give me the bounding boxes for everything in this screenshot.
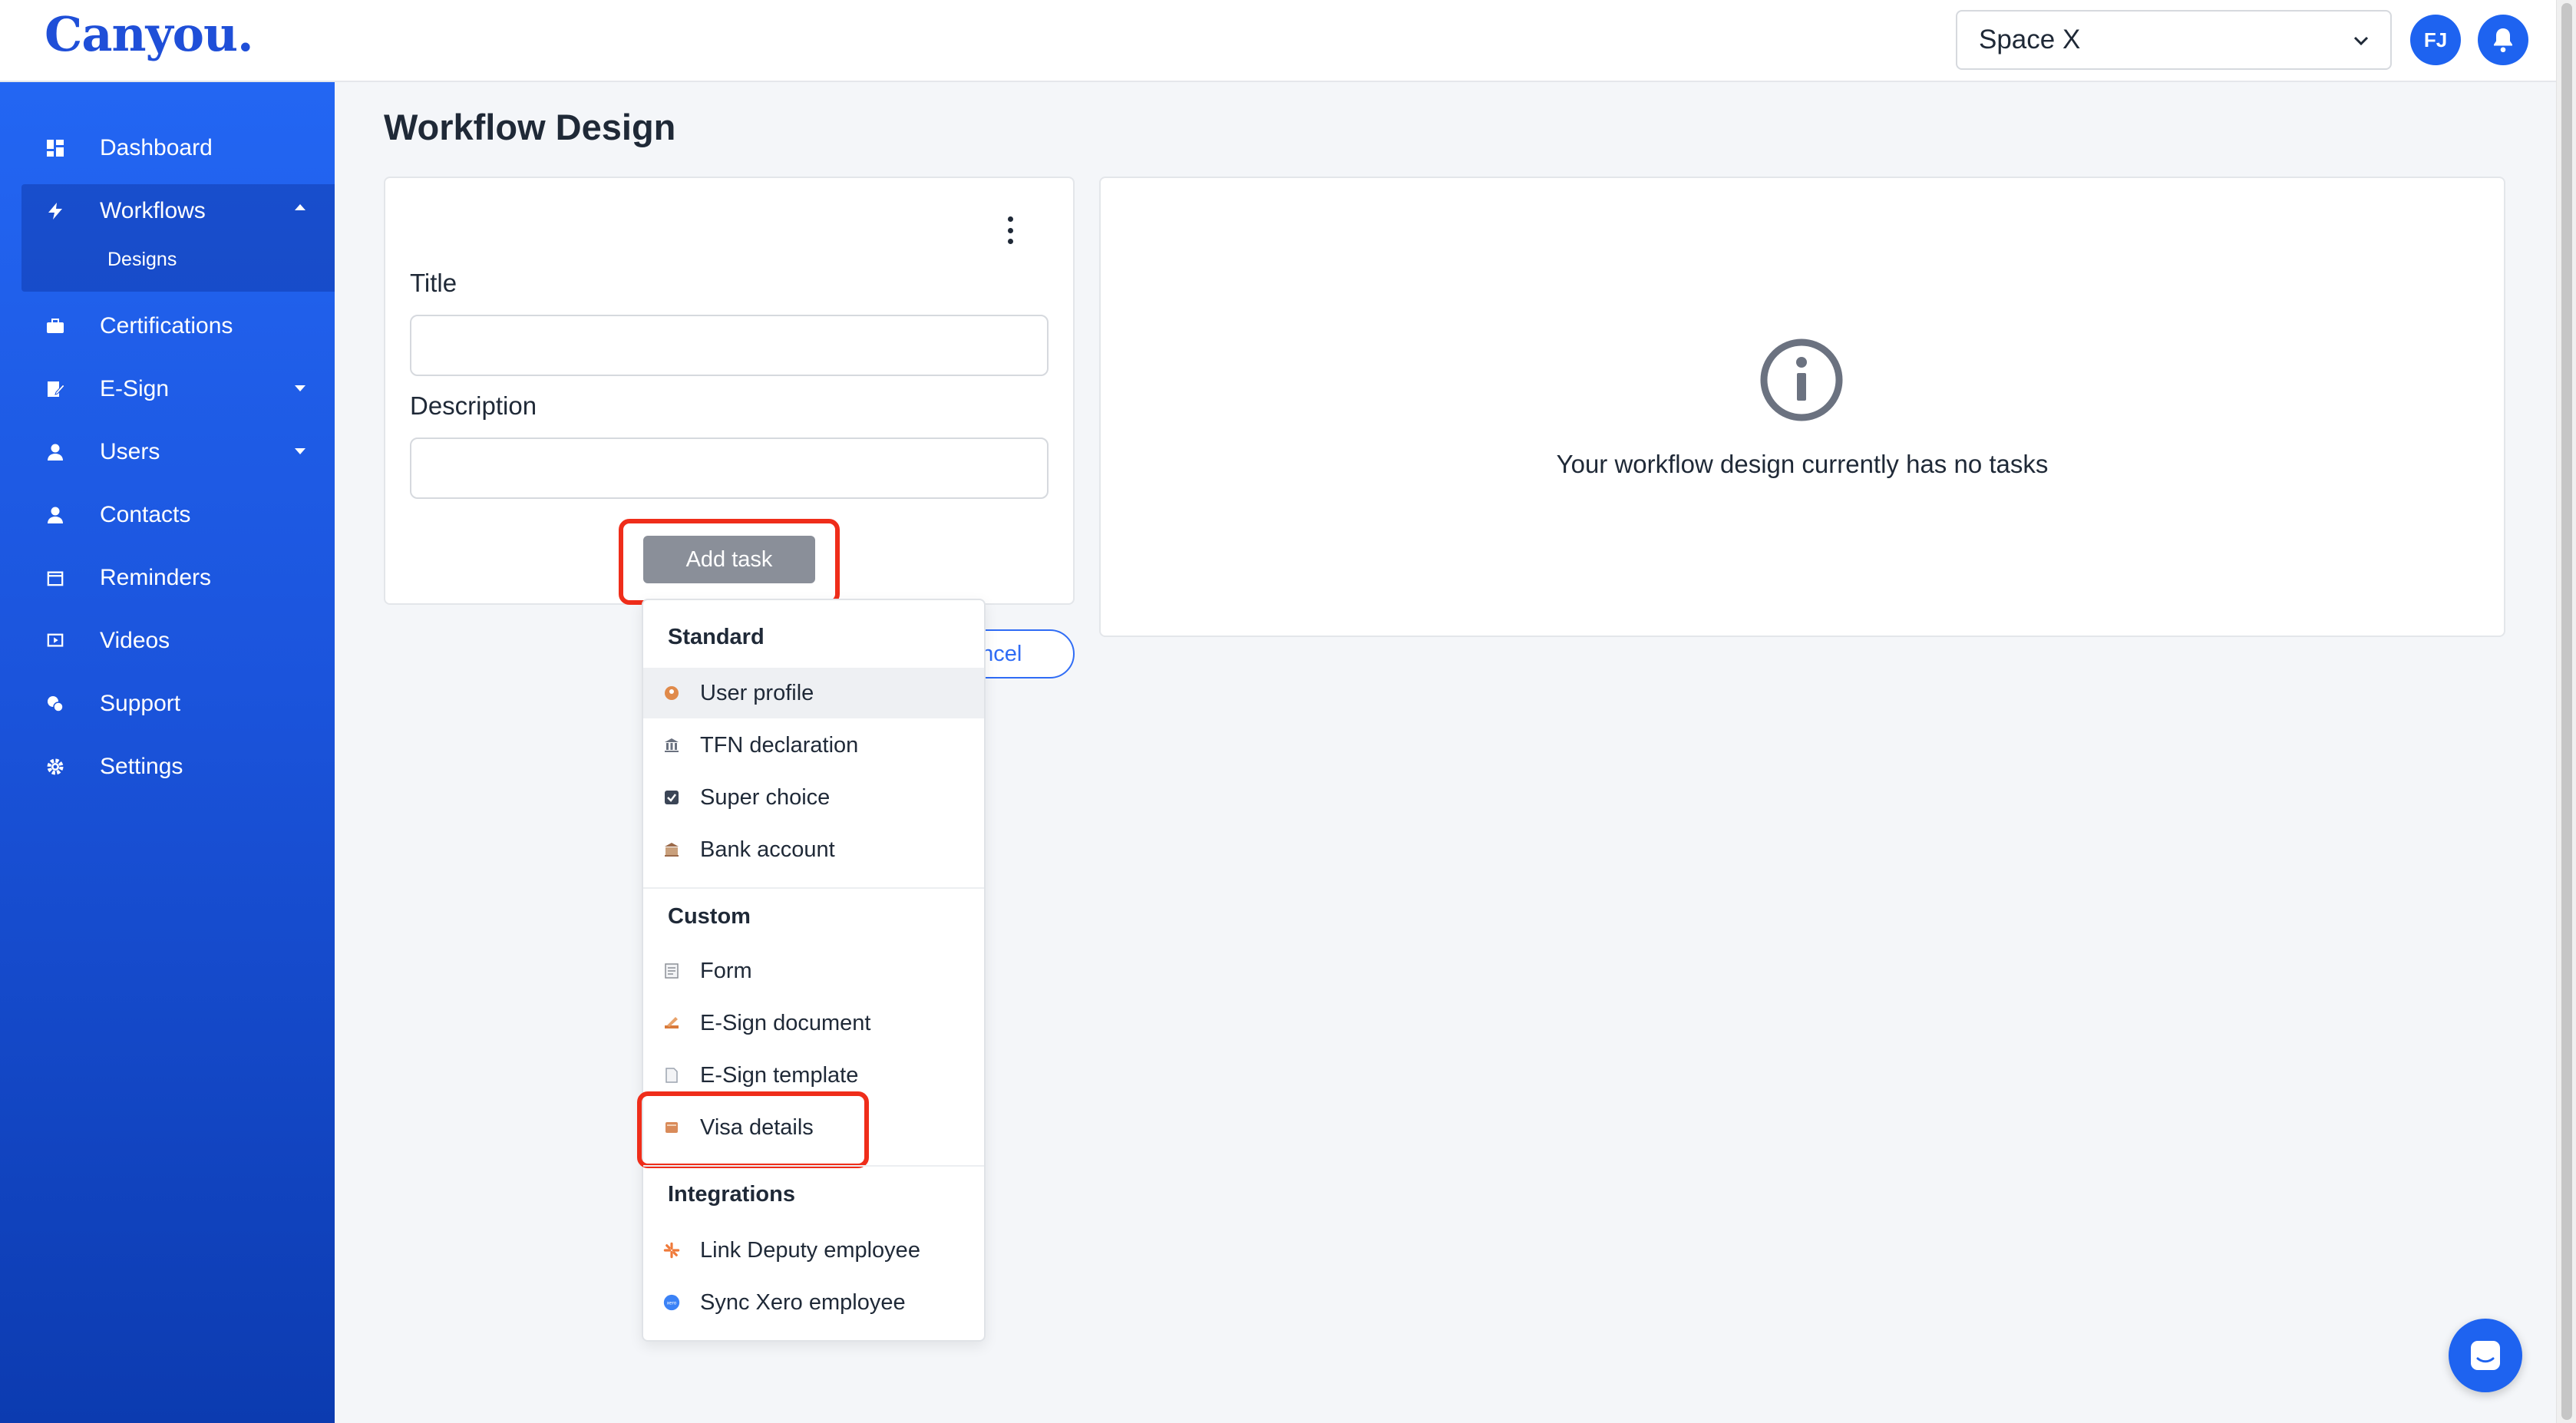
bank-icon (663, 841, 680, 858)
bolt-icon (45, 200, 66, 222)
sidebar-item-certifications[interactable]: Certifications (21, 296, 335, 356)
sidebar-item-label: Workflows (100, 198, 206, 223)
chat-icon (2471, 1341, 2500, 1370)
menu-item-link-deputy[interactable]: Link Deputy employee (643, 1225, 984, 1276)
checkbox-icon (663, 789, 680, 806)
menu-item-label: E-Sign template (700, 1062, 859, 1088)
sidebar-subitem-designs[interactable]: Designs (107, 249, 177, 271)
video-icon (45, 630, 66, 652)
bank-building-icon (663, 737, 680, 754)
menu-item-super-choice[interactable]: Super choice (643, 772, 984, 823)
chevron-down-icon (2353, 36, 2369, 46)
sidebar-item-label: Videos (100, 628, 170, 653)
sidebar-item-users[interactable]: Users (21, 422, 335, 482)
menu-item-label: E-Sign document (700, 1010, 871, 1035)
description-label: Description (410, 391, 537, 420)
chevron-down-icon (295, 448, 305, 454)
highlight-add-task (619, 519, 840, 605)
chevron-up-icon (295, 204, 305, 210)
sidebar-item-workflows[interactable]: Workflows (21, 181, 335, 241)
top-bar: Canyou. Space X FJ (0, 0, 2556, 82)
menu-item-form[interactable]: Form (643, 946, 984, 996)
sidebar-item-label: E-Sign (100, 376, 170, 401)
info-icon (1760, 338, 1843, 421)
menu-divider (643, 1165, 984, 1167)
menu-item-label: Super choice (700, 784, 831, 810)
dashboard-icon (45, 137, 66, 159)
form-icon (663, 962, 680, 979)
section-header-standard: Standard (668, 625, 765, 649)
section-header-custom: Custom (668, 904, 751, 929)
title-label: Title (410, 269, 457, 297)
description-input[interactable] (410, 437, 1049, 499)
scrollbar-thumb[interactable] (2561, 3, 2572, 1420)
sidebar-item-label: Support (100, 691, 181, 716)
writing-hand-icon (663, 1015, 680, 1032)
section-header-integrations: Integrations (668, 1182, 795, 1207)
sidebar-item-videos[interactable]: Videos (21, 611, 335, 671)
menu-item-bank-account[interactable]: Bank account (643, 824, 984, 875)
contact-icon (45, 504, 66, 526)
sidebar-item-esign[interactable]: E-Sign (21, 359, 335, 419)
gear-icon (45, 756, 66, 778)
menu-item-label: Form (700, 958, 752, 983)
notifications-button[interactable] (2478, 15, 2528, 65)
svg-text:xero: xero (667, 1302, 677, 1306)
sidebar-item-contacts[interactable]: Contacts (21, 485, 335, 545)
menu-item-esign-document[interactable]: E-Sign document (643, 998, 984, 1048)
space-select[interactable]: Space X (1956, 10, 2392, 70)
app-logo[interactable]: Canyou. (45, 6, 254, 62)
sidebar-item-label: Reminders (100, 565, 212, 590)
menu-item-label: Link Deputy employee (700, 1237, 920, 1263)
menu-divider (643, 887, 984, 889)
sidebar-item-label: Users (100, 439, 160, 464)
sidebar-item-support[interactable]: Support (21, 674, 335, 734)
sidebar-item-label: Certifications (100, 313, 233, 338)
sign-icon (45, 378, 66, 400)
sidebar-item-label: Settings (100, 754, 183, 779)
page-icon (663, 1067, 680, 1084)
menu-item-label: Sync Xero employee (700, 1289, 906, 1315)
page-title: Workflow Design (384, 107, 676, 147)
deputy-logo-icon (663, 1242, 680, 1259)
menu-item-label: User profile (700, 680, 814, 705)
menu-item-tfn-declaration[interactable]: TFN declaration (643, 720, 984, 771)
support-icon (45, 693, 66, 715)
menu-item-user-profile[interactable]: User profile (643, 668, 984, 718)
calendar-icon (45, 567, 66, 589)
user-profile-icon (663, 685, 680, 702)
sidebar-item-settings[interactable]: Settings (21, 737, 335, 797)
menu-item-sync-xero[interactable]: xero Sync Xero employee (643, 1277, 984, 1328)
user-initials: FJ (2423, 28, 2448, 51)
more-options-icon[interactable] (1001, 216, 1019, 244)
sidebar-item-dashboard[interactable]: Dashboard (21, 118, 335, 178)
title-input[interactable] (410, 315, 1049, 376)
user-icon (45, 441, 66, 463)
chevron-down-icon (295, 385, 305, 391)
menu-item-label: Bank account (700, 837, 835, 862)
space-select-value: Space X (1979, 25, 2081, 54)
highlight-visa-details (637, 1091, 869, 1168)
user-avatar[interactable]: FJ (2410, 15, 2461, 65)
sidebar-item-label: Contacts (100, 502, 191, 527)
menu-item-label: TFN declaration (700, 732, 859, 758)
briefcase-icon (45, 315, 66, 337)
chat-launcher-button[interactable] (2449, 1319, 2522, 1392)
sidebar-item-reminders[interactable]: Reminders (21, 548, 335, 608)
sidebar-item-label: Dashboard (100, 135, 213, 160)
page-scrollbar[interactable] (2556, 0, 2576, 1423)
empty-state-text: Your workflow design currently has no ta… (1556, 450, 2049, 478)
bell-icon (2494, 28, 2512, 53)
xero-logo-icon: xero (663, 1294, 680, 1311)
